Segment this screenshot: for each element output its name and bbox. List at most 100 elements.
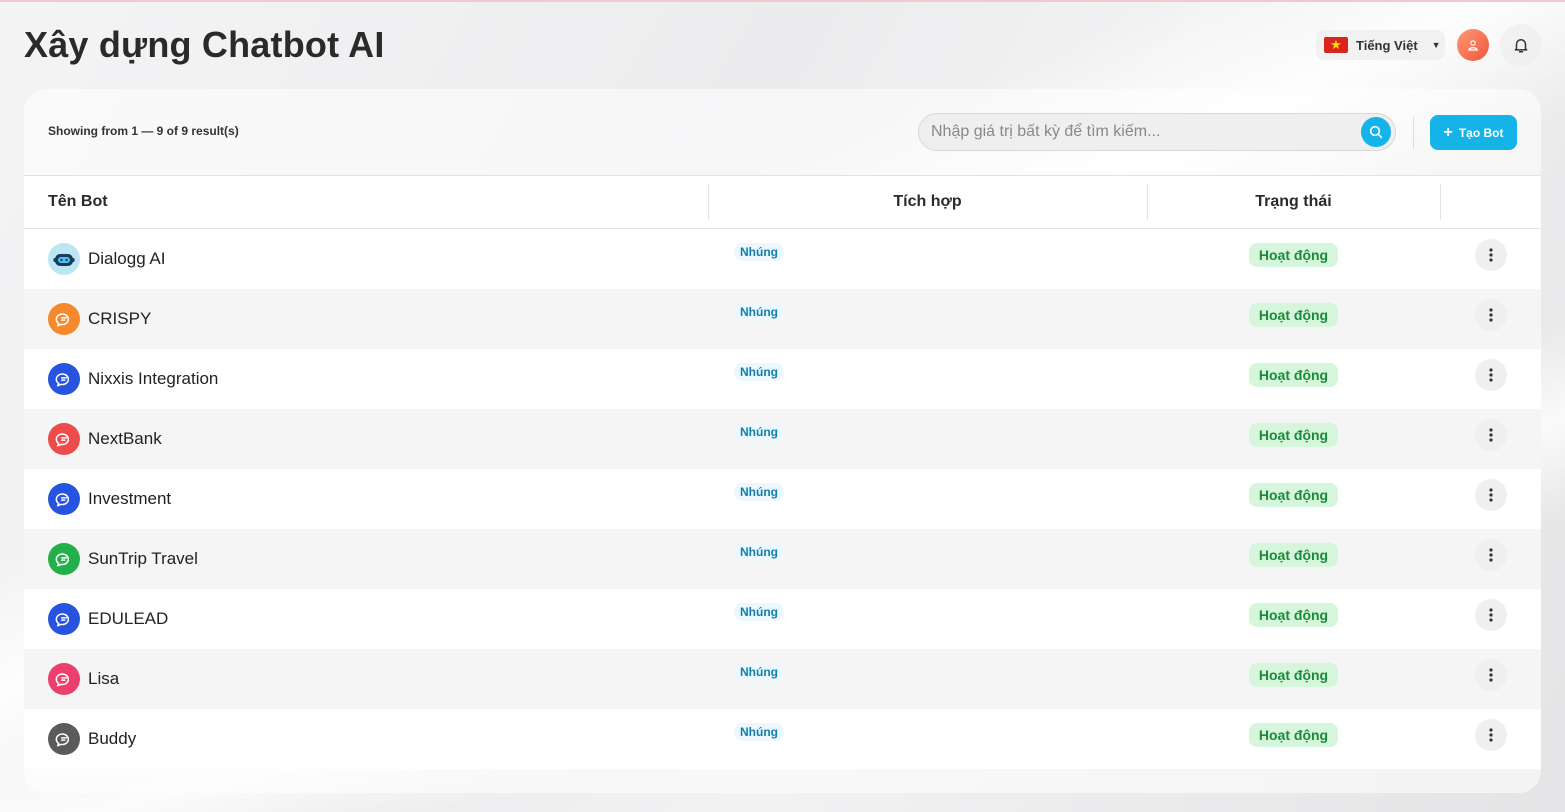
- row-actions-button[interactable]: [1474, 418, 1507, 451]
- bot-name-cell: NextBank: [24, 409, 708, 469]
- status-badge: Hoạt động: [1248, 242, 1339, 267]
- chat-bubble-icon: [55, 372, 69, 386]
- bot-name-wrap: Dialogg AI: [24, 242, 708, 275]
- integration-cell: Nhúng: [708, 409, 1147, 469]
- status-wrap: Hoạt động: [1147, 602, 1440, 631]
- integration-cell: Nhúng: [708, 529, 1147, 589]
- status-badge: Hoạt động: [1248, 542, 1339, 567]
- table-row[interactable]: Buddy Nhúng Hoạt động: [24, 708, 1541, 769]
- integration-cell: Nhúng: [708, 349, 1147, 409]
- search-input[interactable]: [931, 123, 1361, 141]
- more-vertical-icon: [1488, 667, 1493, 682]
- bot-name-wrap: SunTrip Travel: [24, 542, 708, 575]
- results-summary: Showing from 1 — 9 of 9 result(s): [48, 124, 239, 138]
- integration-tag: Nhúng: [734, 242, 784, 261]
- bot-name-wrap: EDULEAD: [24, 602, 708, 635]
- bot-name[interactable]: NextBank: [88, 429, 162, 449]
- bot-name-cell: Buddy: [24, 709, 708, 769]
- bot-avatar: [48, 482, 80, 515]
- status-badge: Hoạt động: [1248, 722, 1339, 747]
- integration-tag: Nhúng: [734, 482, 784, 501]
- bell-icon: [1514, 39, 1528, 53]
- actions-cell: [1440, 709, 1541, 769]
- bot-name-cell: Nixxis Integration: [24, 349, 708, 409]
- row-actions-button[interactable]: [1474, 298, 1507, 331]
- status-wrap: Hoạt động: [1147, 422, 1440, 451]
- bot-name-wrap: Lisa: [24, 662, 708, 695]
- status-wrap: Hoạt động: [1147, 722, 1440, 751]
- row-actions-button[interactable]: [1474, 598, 1507, 631]
- status-cell: Hoạt động: [1147, 289, 1440, 349]
- status-badge: Hoạt động: [1248, 422, 1339, 447]
- user-avatar[interactable]: [1457, 29, 1489, 61]
- bot-name-cell: Lisa: [24, 649, 708, 709]
- chat-bubble-icon: [55, 612, 69, 626]
- chat-bubble-icon: [55, 492, 69, 506]
- column-header-integration[interactable]: Tích hợp: [708, 176, 1147, 229]
- status-cell: Hoạt động: [1147, 469, 1440, 529]
- bot-name[interactable]: Lisa: [88, 669, 119, 689]
- bot-name-wrap: Nixxis Integration: [24, 362, 708, 395]
- status-wrap: Hoạt động: [1147, 302, 1440, 331]
- robot-avatar-icon: [53, 253, 75, 266]
- integration-tag: Nhúng: [734, 722, 784, 741]
- status-wrap: Hoạt động: [1147, 542, 1440, 571]
- user-icon: [1468, 40, 1478, 51]
- chat-bubble-icon: [55, 312, 69, 326]
- bot-name[interactable]: Investment: [88, 489, 171, 509]
- row-actions-button[interactable]: [1474, 718, 1507, 751]
- bot-avatar: [48, 662, 80, 695]
- row-actions-button[interactable]: [1474, 478, 1507, 511]
- chat-bubble-icon: [55, 432, 69, 446]
- actions-cell: [1440, 529, 1541, 589]
- bot-name[interactable]: Nixxis Integration: [88, 369, 218, 389]
- row-actions-button[interactable]: [1474, 658, 1507, 691]
- toolbar-divider: [1413, 117, 1414, 149]
- table-row[interactable]: NextBank Nhúng Hoạt động: [24, 408, 1541, 469]
- bot-name[interactable]: CRISPY: [88, 309, 151, 329]
- bot-name[interactable]: Buddy: [88, 729, 136, 749]
- chat-bubble-icon: [55, 552, 69, 566]
- search-button[interactable]: [1361, 117, 1391, 147]
- notification-button[interactable]: [1500, 24, 1542, 66]
- bot-name-cell: CRISPY: [24, 289, 708, 349]
- card-toolbar: Showing from 1 — 9 of 9 result(s) + Tạo …: [24, 89, 1541, 175]
- create-bot-button[interactable]: + Tạo Bot: [1430, 115, 1517, 150]
- bot-name[interactable]: Dialogg AI: [88, 249, 166, 269]
- table-row[interactable]: EDULEAD Nhúng Hoạt động: [24, 588, 1541, 649]
- bots-card: Showing from 1 — 9 of 9 result(s) + Tạo …: [24, 89, 1541, 793]
- page-title: Xây dựng Chatbot AI: [24, 24, 385, 65]
- bot-name[interactable]: EDULEAD: [88, 609, 168, 629]
- bot-name-wrap: Investment: [24, 482, 708, 515]
- language-selector[interactable]: Tiếng Việt ▼: [1316, 30, 1445, 60]
- table-row[interactable]: Nixxis Integration Nhúng Hoạt động: [24, 348, 1541, 409]
- status-cell: Hoạt động: [1147, 409, 1440, 469]
- vietnam-flag-icon: [1324, 35, 1348, 55]
- bot-name[interactable]: SunTrip Travel: [88, 549, 198, 569]
- table-row[interactable]: SunTrip Travel Nhúng Hoạt động: [24, 528, 1541, 589]
- bot-name-cell: SunTrip Travel: [24, 529, 708, 589]
- actions-cell: [1440, 409, 1541, 469]
- column-header-status[interactable]: Trạng thái: [1147, 176, 1440, 229]
- bots-table: Tên Bot Tích hợp Trạng thái Dialogg AI Nh…: [24, 175, 1541, 769]
- bot-avatar: [48, 602, 80, 635]
- row-actions-button[interactable]: [1474, 358, 1507, 391]
- more-vertical-icon: [1488, 367, 1493, 382]
- integration-tag: Nhúng: [734, 662, 784, 681]
- table-row[interactable]: Lisa Nhúng Hoạt động: [24, 648, 1541, 709]
- plus-icon: +: [1443, 123, 1453, 141]
- bot-name-cell: Dialogg AI: [24, 229, 708, 289]
- bot-name-cell: Investment: [24, 469, 708, 529]
- status-wrap: Hoạt động: [1147, 362, 1440, 391]
- row-actions-button[interactable]: [1474, 238, 1507, 271]
- table-row[interactable]: Investment Nhúng Hoạt động: [24, 468, 1541, 529]
- table-row[interactable]: CRISPY Nhúng Hoạt động: [24, 288, 1541, 349]
- row-actions-button[interactable]: [1474, 538, 1507, 571]
- status-cell: Hoạt động: [1147, 709, 1440, 769]
- column-header-name[interactable]: Tên Bot: [24, 176, 708, 229]
- actions-cell: [1440, 229, 1541, 289]
- integration-cell: Nhúng: [708, 289, 1147, 349]
- status-wrap: Hoạt động: [1147, 482, 1440, 511]
- actions-cell: [1440, 289, 1541, 349]
- table-row[interactable]: Dialogg AI Nhúng Hoạt động: [24, 228, 1541, 289]
